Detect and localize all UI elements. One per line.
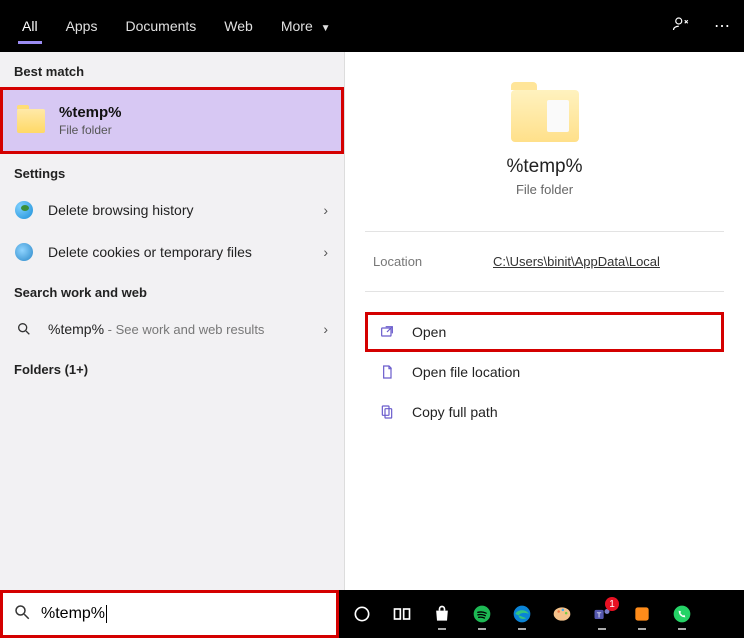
tab-documents[interactable]: Documents bbox=[111, 4, 210, 48]
taskbar-paint[interactable] bbox=[545, 597, 579, 631]
results-panel: Best match %temp% File folder Settings D… bbox=[0, 52, 345, 590]
tab-more[interactable]: More ▼ bbox=[267, 4, 345, 48]
taskbar-app-orange[interactable] bbox=[625, 597, 659, 631]
best-match-result[interactable]: %temp% File folder bbox=[0, 87, 344, 154]
tab-web[interactable]: Web bbox=[210, 4, 267, 48]
location-label: Location bbox=[373, 254, 493, 269]
settings-item-delete-history[interactable]: Delete browsing history › bbox=[0, 189, 344, 231]
settings-item-delete-cookies[interactable]: Delete cookies or temporary files › bbox=[0, 231, 344, 273]
taskbar-store[interactable] bbox=[425, 597, 459, 631]
tab-more-label: More bbox=[281, 18, 313, 34]
best-match-title: %temp% bbox=[59, 104, 122, 121]
best-match-subtitle: File folder bbox=[59, 123, 122, 137]
chevron-right-icon: › bbox=[323, 202, 328, 218]
preview-title: %temp% bbox=[345, 156, 744, 178]
section-settings: Settings bbox=[0, 154, 344, 189]
web-hint: - See work and web results bbox=[104, 322, 264, 337]
action-label: Copy full path bbox=[412, 404, 498, 420]
location-row: Location C:\Users\binit\AppData\Local bbox=[345, 242, 744, 281]
open-icon bbox=[378, 323, 396, 341]
preview-panel: %temp% File folder Location C:\Users\bin… bbox=[345, 52, 744, 590]
taskbar-spotify[interactable] bbox=[465, 597, 499, 631]
web-query: %temp% bbox=[48, 321, 104, 337]
tab-apps[interactable]: Apps bbox=[52, 4, 112, 48]
taskbar-cortana[interactable] bbox=[345, 597, 379, 631]
folder-icon bbox=[17, 109, 45, 133]
settings-item-label: Delete browsing history bbox=[48, 202, 194, 218]
taskbar-edge[interactable] bbox=[505, 597, 539, 631]
action-open-location[interactable]: Open file location bbox=[365, 352, 724, 392]
search-icon bbox=[14, 319, 34, 339]
action-label: Open file location bbox=[412, 364, 520, 380]
action-copy-path[interactable]: Copy full path bbox=[365, 392, 724, 432]
divider bbox=[365, 291, 724, 292]
copy-icon bbox=[378, 403, 396, 421]
globe-icon bbox=[14, 200, 34, 220]
badge: 1 bbox=[605, 597, 619, 611]
taskbar-taskview[interactable] bbox=[385, 597, 419, 631]
settings-item-label: Delete cookies or temporary files bbox=[48, 244, 252, 260]
svg-text:T: T bbox=[597, 610, 602, 619]
search-filter-tabs: All Apps Documents Web More ▼ ⋯ bbox=[0, 0, 744, 52]
preview-subtitle: File folder bbox=[345, 182, 744, 197]
web-search-item[interactable]: %temp% - See work and web results › bbox=[0, 308, 344, 350]
chevron-right-icon: › bbox=[323, 321, 328, 337]
search-box[interactable]: %temp% bbox=[0, 590, 339, 638]
tab-all[interactable]: All bbox=[8, 4, 52, 48]
taskbar: T 1 bbox=[339, 590, 744, 638]
action-open[interactable]: Open bbox=[365, 312, 724, 352]
globe-icon bbox=[14, 242, 34, 262]
search-input-text[interactable]: %temp% bbox=[41, 605, 107, 623]
feedback-icon[interactable] bbox=[672, 15, 690, 38]
more-options-icon[interactable]: ⋯ bbox=[714, 16, 730, 36]
section-folders: Folders (1+) bbox=[0, 350, 344, 385]
chevron-down-icon: ▼ bbox=[321, 23, 331, 34]
folder-icon bbox=[511, 90, 579, 142]
section-search-web: Search work and web bbox=[0, 273, 344, 308]
action-label: Open bbox=[412, 324, 446, 340]
taskbar-teams[interactable]: T 1 bbox=[585, 597, 619, 631]
file-location-icon bbox=[378, 363, 396, 381]
location-value[interactable]: C:\Users\binit\AppData\Local bbox=[493, 254, 660, 269]
divider bbox=[365, 231, 724, 232]
chevron-right-icon: › bbox=[323, 244, 328, 260]
taskbar-whatsapp[interactable] bbox=[665, 597, 699, 631]
section-best-match: Best match bbox=[0, 52, 344, 87]
search-icon bbox=[13, 603, 31, 626]
